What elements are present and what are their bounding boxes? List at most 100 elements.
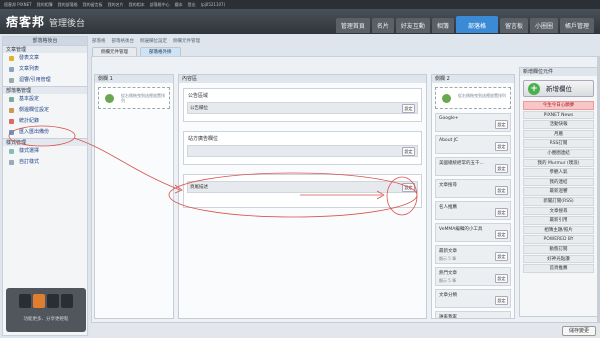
topbar-link[interactable]: 鐵本 bbox=[175, 2, 183, 7]
topbar-link[interactable]: 我的相簿 bbox=[37, 2, 53, 7]
settings-button[interactable]: 設定 bbox=[495, 274, 508, 283]
sidebar-item[interactable]: 匯入匯出備份 bbox=[3, 127, 87, 138]
sidebar-item[interactable]: 樣式選擇 bbox=[3, 146, 87, 157]
subtab[interactable]: 部落格外掛 bbox=[140, 47, 181, 56]
breadcrumb-item[interactable]: 部落格 bbox=[92, 39, 106, 44]
sidebar-item[interactable]: 迴響/引用管理 bbox=[3, 75, 87, 86]
content-box-ads[interactable]: 站方廣告欄位 設定 bbox=[183, 131, 422, 165]
save-button[interactable]: 儲存變更 bbox=[561, 326, 596, 336]
settings-button[interactable]: 設定 bbox=[495, 186, 508, 195]
palette-item[interactable]: PIXNET News bbox=[523, 110, 594, 120]
sidebar-item[interactable]: 自訂樣式 bbox=[3, 157, 87, 168]
palette-item[interactable]: 動態訂閱 bbox=[523, 244, 594, 254]
sidebar-item[interactable]: 基本設定 bbox=[3, 94, 87, 105]
settings-button[interactable]: 設定 bbox=[495, 296, 508, 305]
breadcrumb-item[interactable]: 部落格後台 bbox=[112, 39, 135, 44]
palette-item[interactable]: 好神光點讚 bbox=[523, 254, 594, 264]
drop-zone[interactable]: 從右側拖曳到這裡放置排列 bbox=[435, 87, 511, 109]
breadcrumb-item[interactable]: 側邊欄位設定 bbox=[140, 39, 167, 44]
settings-button[interactable]: 設定 bbox=[402, 104, 415, 113]
settings-button[interactable]: 設定 bbox=[402, 147, 415, 156]
nav-tab[interactable]: 相簿 bbox=[431, 18, 454, 33]
site-header: 痞客邦 管理後台 管理首頁 名片 好友互動 相簿 部落格 留言板 小圈圈 帳戶管理 bbox=[0, 9, 600, 34]
widget-label: 美國總統經常的五千... bbox=[439, 161, 484, 166]
menu-icon bbox=[9, 108, 14, 113]
settings-button[interactable]: 設定 bbox=[495, 142, 508, 151]
palette-item[interactable]: 新聞訂閱(RSS) bbox=[523, 196, 594, 206]
new-widget-button[interactable]: + 新增欄位 bbox=[523, 80, 594, 97]
sidebar-item[interactable]: 統計紀錄 bbox=[3, 116, 87, 127]
palette-item[interactable]: 我的連結 bbox=[523, 177, 594, 187]
topbar-link[interactable]: 部落格中心 bbox=[150, 2, 170, 7]
palette-item[interactable]: 小圈圈連結 bbox=[523, 148, 594, 158]
nav-tab[interactable]: 部落格 bbox=[455, 16, 498, 33]
menu-icon bbox=[9, 97, 14, 102]
logo[interactable]: 痞客邦 管理後台 bbox=[6, 13, 85, 30]
widget-label: Google+ bbox=[439, 116, 459, 121]
settings-button[interactable]: 設定 bbox=[495, 164, 508, 173]
widget-block[interactable]: Google+ 設定 bbox=[435, 113, 511, 132]
promo-banner[interactable]: 功能更多、分享更輕鬆 bbox=[6, 288, 86, 332]
topbar-link[interactable]: 我的部落格 bbox=[58, 2, 78, 7]
settings-button[interactable]: 設定 bbox=[402, 183, 415, 192]
sidebar-item[interactable]: 發表文章 bbox=[3, 53, 87, 64]
nav-tab[interactable]: 小圈圈 bbox=[529, 18, 558, 33]
nav-tab[interactable]: 名片 bbox=[371, 18, 394, 33]
bottom-action-bar: 儲存變更 bbox=[91, 322, 600, 338]
breadcrumb: 部落格 部落格後台 側邊欄位設定 側欄元件管理 bbox=[92, 38, 206, 44]
sidebar-item[interactable]: 側邊欄位設定 bbox=[3, 105, 87, 116]
plus-icon: + bbox=[528, 83, 540, 95]
menu-icon bbox=[9, 130, 14, 135]
widget-block[interactable]: About JC 設定 bbox=[435, 135, 511, 154]
palette-item[interactable]: 我的 Murmur (噗浪) bbox=[523, 158, 594, 168]
palette-item[interactable]: 月曆 bbox=[523, 129, 594, 139]
palette-item[interactable]: 首頁推薦 bbox=[523, 264, 594, 273]
nav-tab[interactable]: 好友互動 bbox=[395, 18, 430, 33]
content-box-announcement[interactable]: 公告區域 公告欄位 設定 bbox=[183, 88, 422, 122]
nav-tab[interactable]: 帳戶管理 bbox=[559, 18, 594, 33]
widget-label: 誰來我家 bbox=[439, 315, 457, 319]
drop-zone[interactable]: 從右側拖曳到這裡放置排列 bbox=[98, 87, 170, 109]
content-box-footer[interactable]: 頁尾描述 設定 bbox=[183, 174, 422, 208]
widget-block[interactable]: 美國總統經常的五千... 設定 bbox=[435, 157, 511, 176]
topbar-link[interactable]: 痞客邦 PIXNET bbox=[4, 2, 32, 7]
palette-item[interactable]: 最新引用 bbox=[523, 216, 594, 225]
nav-tab[interactable]: 管理首頁 bbox=[335, 18, 370, 33]
subtab[interactable]: 側欄元件管理 bbox=[92, 47, 137, 56]
widget-block[interactable]: 熱門文章 顯示 5 筆設定 bbox=[435, 267, 511, 286]
widget-block[interactable]: 最新文章 顯示 5 筆設定 bbox=[435, 245, 511, 264]
nav-tab[interactable]: 留言板 bbox=[499, 18, 528, 33]
settings-button[interactable]: 設定 bbox=[495, 318, 508, 319]
settings-button[interactable]: 設定 bbox=[495, 120, 508, 129]
widget-label: About JC bbox=[439, 138, 459, 143]
announcement-bar: 公告欄位 設定 bbox=[187, 102, 418, 114]
widget-block[interactable]: 名人推薦設定 bbox=[435, 201, 511, 220]
widget-label: 名人推薦 bbox=[439, 205, 457, 210]
sidebar-item-label: 統計紀錄 bbox=[19, 118, 40, 124]
widget-label: 最新文章 bbox=[439, 249, 457, 254]
breadcrumb-item[interactable]: 側欄元件管理 bbox=[173, 39, 200, 44]
palette-item[interactable]: 今生今日心願夢 bbox=[523, 101, 594, 110]
widget-block[interactable]: 文章搜尋設定 bbox=[435, 179, 511, 198]
settings-button[interactable]: 設定 bbox=[495, 252, 508, 261]
widget-block[interactable]: VeMMA編輯的小工具設定 bbox=[435, 223, 511, 242]
palette-item[interactable]: POWERED BY bbox=[523, 235, 594, 244]
widget-block[interactable]: 誰來我家顯示 10 筆設定 bbox=[435, 311, 511, 319]
palette-item[interactable]: 文章搜尋 bbox=[523, 206, 594, 216]
palette-item[interactable]: 相簿主題/照片 bbox=[523, 225, 594, 235]
palette-item[interactable]: 最新迴響 bbox=[523, 187, 594, 196]
widget-label: 文章搜尋 bbox=[439, 183, 457, 188]
topbar-link[interactable]: 我的名片 bbox=[108, 2, 124, 7]
widget-block[interactable]: 文章分類 設定 bbox=[435, 289, 511, 308]
palette-item[interactable]: 參觀人氣 bbox=[523, 168, 594, 177]
widget-label: VeMMA編輯的小工具 bbox=[439, 227, 483, 232]
topbar-link[interactable]: 我的相本 bbox=[129, 2, 145, 7]
topbar-link[interactable]: (pj0521107) bbox=[201, 2, 226, 7]
sidebar-item[interactable]: 文章列表 bbox=[3, 64, 87, 75]
topbar-link[interactable]: 登出 bbox=[188, 2, 196, 7]
topbar-link[interactable]: 我的留言板 bbox=[83, 2, 103, 7]
palette-item[interactable]: RSS訂閱 bbox=[523, 139, 594, 148]
settings-button[interactable]: 設定 bbox=[495, 230, 508, 239]
settings-button[interactable]: 設定 bbox=[495, 208, 508, 217]
palette-item[interactable]: 活動快報 bbox=[523, 120, 594, 129]
